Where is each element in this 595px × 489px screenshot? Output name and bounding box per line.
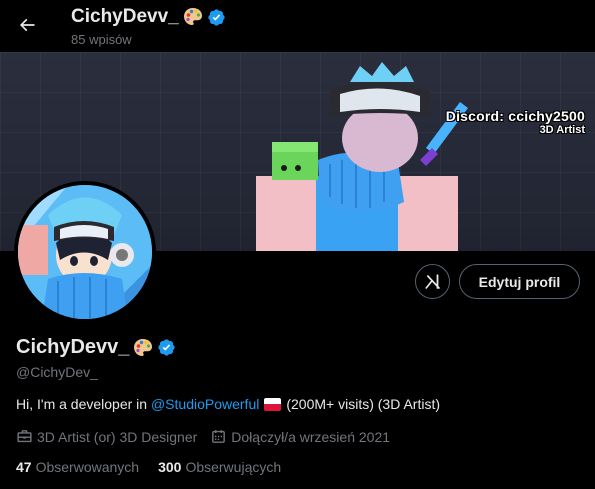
- palette-emoji-icon: [134, 338, 153, 356]
- profile-job: 3D Artist (or) 3D Designer: [16, 428, 197, 445]
- profile-name: CichyDevv_: [16, 336, 176, 359]
- briefcase-icon: [17, 430, 32, 443]
- palette-emoji-icon: [183, 8, 202, 25]
- profile-bio: Hi, I'm a developer in @StudioPowerful (…: [16, 396, 440, 412]
- profile-header: CichyDevv_ 85 wpisów: [0, 0, 595, 52]
- profile-joined-text: Dołączył/a wrzesień 2021: [231, 428, 391, 445]
- header-title: CichyDevv_: [71, 6, 226, 28]
- bio-suffix: (200M+ visits) (3D Artist): [286, 396, 440, 412]
- profile-meta: 3D Artist (or) 3D Designer Dołączył/a wr…: [16, 428, 403, 445]
- following-count: 47: [16, 459, 32, 475]
- profile-handle: @CichyDev_: [16, 364, 98, 380]
- calendar-icon: [212, 430, 226, 443]
- profile-job-text: 3D Artist (or) 3D Designer: [37, 428, 198, 445]
- profile-name-text: CichyDevv_: [16, 336, 130, 358]
- edit-profile-button[interactable]: Edytuj profil: [459, 264, 580, 299]
- back-button[interactable]: [10, 8, 44, 42]
- header-name-text: CichyDevv_: [71, 6, 179, 27]
- banner-discord-text: Discord: ccichy2500: [445, 108, 585, 124]
- following-link[interactable]: 47 Obserwowanych: [16, 459, 139, 475]
- poland-flag-icon: [264, 397, 282, 411]
- banner-role-text: 3D Artist: [539, 124, 585, 136]
- following-label: Obserwowanych: [35, 459, 140, 475]
- profile-joined: Dołączył/a wrzesień 2021: [210, 428, 390, 445]
- verified-badge-icon: [208, 8, 225, 26]
- xai-icon: [424, 273, 440, 289]
- avatar[interactable]: [14, 181, 156, 323]
- avatar-artwork: [18, 185, 152, 319]
- bio-mention-link[interactable]: @StudioPowerful: [151, 396, 259, 412]
- grok-button[interactable]: [415, 264, 450, 299]
- back-arrow-icon: [19, 18, 35, 32]
- followers-label: Obserwujących: [185, 459, 282, 475]
- followers-count: 300: [158, 459, 182, 475]
- verified-badge-icon[interactable]: [157, 338, 176, 357]
- bio-prefix: Hi, I'm a developer in: [16, 396, 151, 412]
- post-count: 85 wpisów: [71, 32, 132, 47]
- follow-stats: 47 Obserwowanych 300 Obserwujących: [16, 459, 300, 475]
- followers-link[interactable]: 300 Obserwujących: [158, 459, 281, 475]
